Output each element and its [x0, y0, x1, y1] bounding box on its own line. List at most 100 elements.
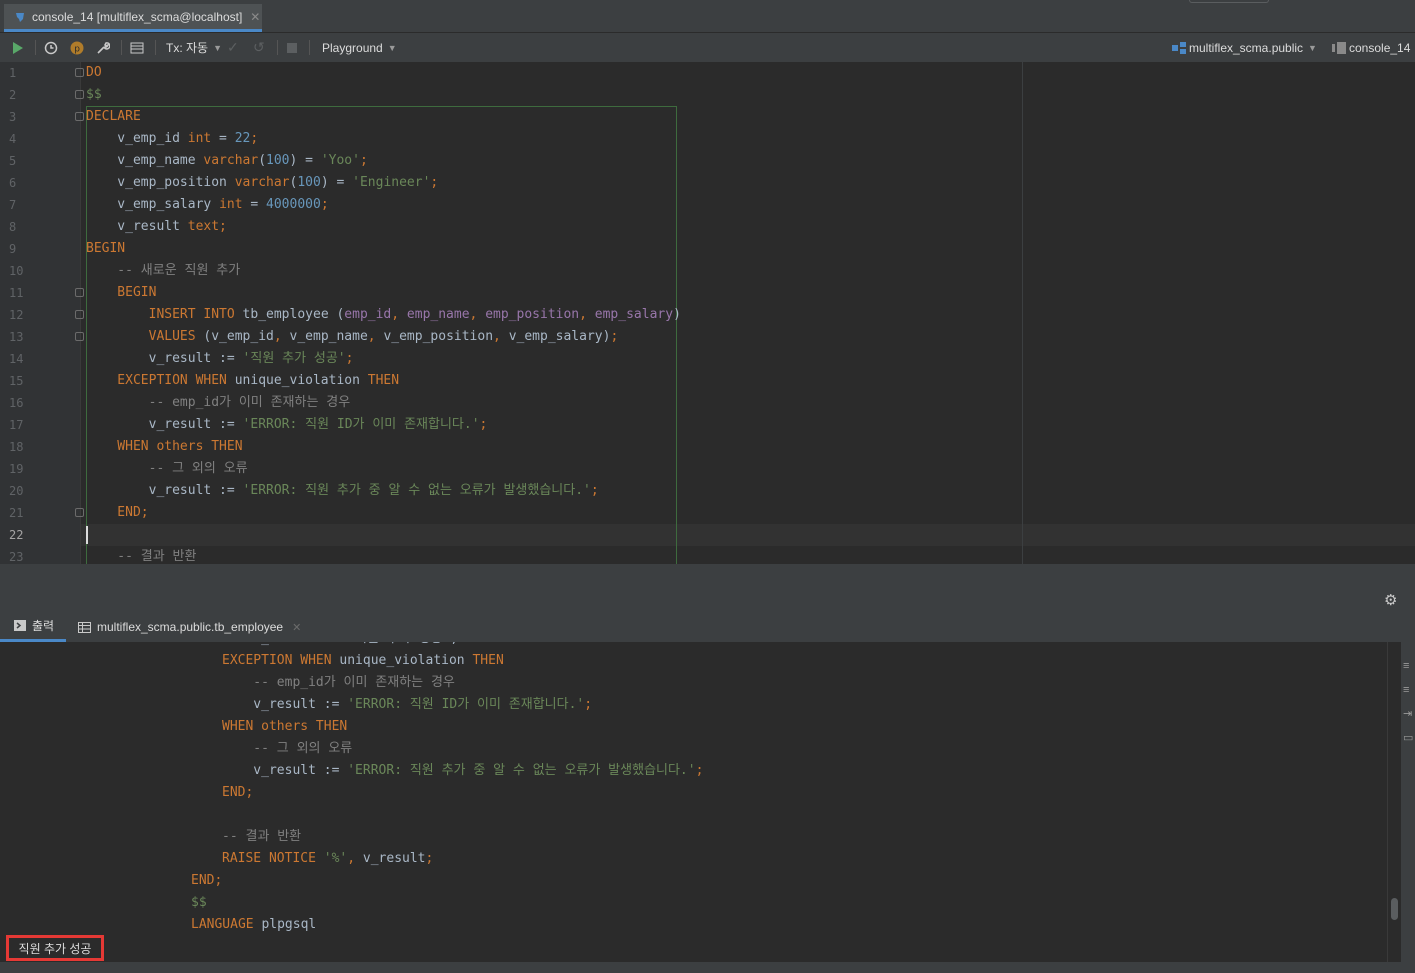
services-tab-bar: 출력 multiflex_scma.public.tb_employee ✕	[0, 612, 1415, 643]
fold-icon[interactable]	[75, 68, 84, 77]
explain-plan-icon[interactable]: p	[70, 33, 84, 62]
output-line: RAISE NOTICE '%', v_result;	[222, 848, 433, 870]
output-tool-icons[interactable]: ≡ ≡ ⇥ ▭	[1403, 654, 1413, 750]
code-token: v_result :=	[86, 483, 243, 498]
line-number: 6	[9, 176, 17, 190]
gear-icon[interactable]: ⚙	[1384, 591, 1397, 609]
code-token: THEN	[472, 653, 504, 668]
code-token: ,	[469, 307, 486, 322]
console-label: console_14	[1349, 40, 1411, 55]
code-token: 4000000	[266, 197, 321, 212]
code-token: v_emp_id	[86, 131, 188, 146]
code-token: 100	[266, 153, 290, 168]
output-line: LANGUAGE plpgsql	[191, 914, 316, 936]
fold-icon[interactable]	[75, 508, 84, 517]
tx-mode-dropdown[interactable]: Tx: 자동 ▼	[166, 33, 222, 62]
code-token: (	[258, 153, 267, 168]
code-token: END;	[86, 505, 149, 520]
code-token: varchar	[203, 153, 259, 168]
console-selector[interactable]: console_14	[1332, 33, 1410, 62]
console-icon	[1332, 41, 1346, 54]
code-token: ;	[250, 131, 259, 146]
code-token: END;	[222, 785, 254, 800]
code-token: -- 결과 반환	[86, 549, 197, 564]
output-scrollbar[interactable]	[1387, 642, 1402, 962]
editor-toolbar: p Tx: 자동 ▼ ✓ ↺ Playground ▼ multiflex_sc…	[0, 33, 1415, 63]
code-token: varchar	[234, 175, 290, 190]
code-line: BEGIN	[86, 282, 156, 304]
code-token: v_result	[86, 219, 188, 234]
schema-selector[interactable]: multiflex_scma.public ▼	[1172, 33, 1317, 62]
code-line: $$	[86, 84, 102, 106]
tab-output[interactable]: 출력	[0, 612, 66, 642]
tab-title: console_14 [multiflex_scma@localhost]	[32, 9, 243, 24]
code-token: v_result :=	[222, 697, 348, 712]
output-tab-label: 출력	[32, 619, 55, 633]
tab-console-14[interactable]: console_14 [multiflex_scma@localhost] ✕	[4, 4, 262, 32]
console-output-icon	[14, 620, 26, 631]
code-token: ,	[493, 329, 509, 344]
close-icon[interactable]: ✕	[292, 621, 301, 634]
line-number: 3	[9, 110, 17, 124]
line-number: 23	[9, 550, 24, 564]
fold-icon[interactable]	[75, 332, 84, 341]
wrench-icon[interactable]	[96, 33, 110, 62]
code-token: emp_id	[344, 307, 392, 322]
line-number: 16	[9, 396, 24, 410]
code-token: =	[211, 131, 235, 146]
output-console[interactable]: v_result := '직원 추가 성공'; EXCEPTION WHEN un…	[0, 642, 1387, 962]
scrollbar-thumb[interactable]	[1391, 898, 1398, 920]
editor-tab-bar: console_14 [multiflex_scma@localhost] ✕	[0, 0, 1415, 33]
code-line: v_emp_salary int = 4000000;	[86, 194, 328, 216]
code-token: 100	[297, 175, 321, 190]
result-text: 직원 추가 성공	[18, 941, 92, 956]
output-line: -- 그 외의 오류	[222, 738, 352, 760]
output-line: v_result := 'ERROR: 직원 추가 중 알 수 없는 오류가 발…	[222, 760, 703, 782]
code-token: EXCEPTION WHEN	[86, 373, 235, 388]
code-token: -- emp_id가 이미 존재하는 경우	[222, 675, 455, 690]
close-icon[interactable]: ✕	[250, 10, 260, 24]
code-token: )	[673, 307, 681, 322]
code-token: WHEN others THEN	[86, 439, 243, 454]
line-number: 14	[9, 352, 24, 366]
commit-icon[interactable]: ✓	[227, 33, 239, 62]
fold-icon[interactable]	[75, 288, 84, 297]
run-icon[interactable]	[12, 33, 24, 62]
line-number: 2	[9, 88, 17, 102]
history-icon[interactable]	[44, 33, 58, 62]
sql-editor[interactable]: 1 2 3 4 5 6 7 8 9 10 11 12 13 14 15 16 17 18 19 20 21 22 23 DO…	[0, 62, 1415, 564]
rollback-icon[interactable]: ↺	[253, 33, 265, 62]
stop-icon[interactable]	[287, 33, 297, 62]
code-line: v_result text;	[86, 216, 227, 238]
code-token: BEGIN	[86, 241, 126, 256]
table-view-icon[interactable]	[130, 33, 144, 62]
result-highlight-box: 직원 추가 성공	[6, 935, 104, 961]
fold-icon[interactable]	[75, 112, 84, 121]
code-line: -- emp_id가 이미 존재하는 경우	[86, 392, 351, 414]
code-token: emp_position	[485, 307, 580, 322]
code-line: -- 새로운 직원 추가	[86, 260, 240, 282]
code-line: v_emp_name varchar(100) = 'Yoo';	[86, 150, 368, 172]
line-number: 21	[9, 506, 24, 520]
code-token: unique_violation	[339, 653, 473, 668]
fold-icon[interactable]	[75, 310, 84, 319]
code-token: -- 새로운 직원 추가	[86, 263, 241, 278]
code-token: ;	[359, 153, 368, 168]
tab-table-result[interactable]: multiflex_scma.public.tb_employee ✕	[78, 612, 301, 642]
code-line: v_result := '직원 추가 성공';	[86, 348, 354, 370]
output-line: WHEN others THEN	[222, 716, 347, 738]
line-number: 10	[9, 264, 24, 278]
output-line: v_result := 'ERROR: 직원 ID가 이미 존재합니다.';	[222, 694, 592, 716]
code-token: LANGUAGE	[191, 917, 262, 932]
fold-icon[interactable]	[75, 90, 84, 99]
code-token: THEN	[367, 373, 400, 388]
code-token: int	[187, 131, 212, 146]
code-token: v_result :=	[86, 417, 243, 432]
code-token: '%'	[323, 851, 348, 866]
right-tool-strip: ≡ ≡ ⇥ ▭	[1401, 642, 1415, 962]
line-number: 5	[9, 154, 17, 168]
code-token: $$	[191, 895, 207, 910]
playground-dropdown[interactable]: Playground ▼	[322, 33, 397, 62]
chevron-down-icon: ▼	[1308, 42, 1317, 53]
editor-scrollbar-area[interactable]	[0, 564, 1415, 586]
